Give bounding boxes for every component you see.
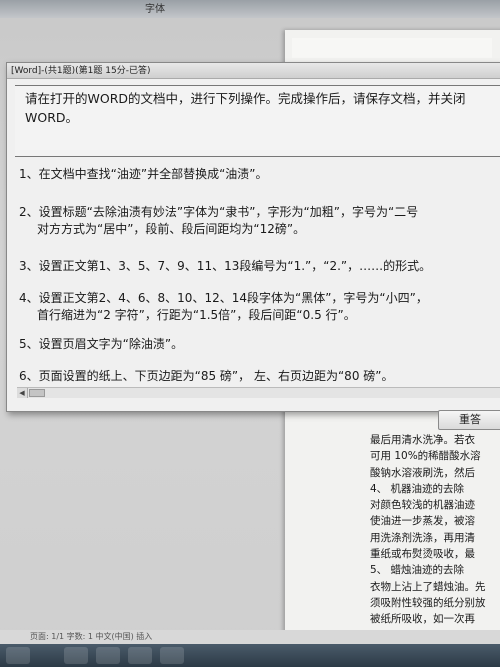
screen: 字体 最后用清水洗净。若衣 可用 10%的稀醋酸水溶 酸钠水溶液刷洗，然后 4、… <box>0 0 500 667</box>
redo-answer-button[interactable]: 重答 <box>438 410 500 430</box>
task-list: 1、在文档中查找“油迹”并全部替换成“油渍”。 2、设置标题“去除油渍有妙法”字… <box>15 159 500 385</box>
document-line: 用洗涤剂洗涤，再用清 <box>370 531 475 544</box>
task-item: 3、设置正文第1、3、5、7、9、11、13段编号为“1.”，“2.”，……的形… <box>19 257 431 274</box>
document-line: 酸钠水溶液刷洗，然后 <box>370 466 475 479</box>
scrollbar-thumb[interactable] <box>29 389 45 397</box>
task-item: 2、设置标题“去除油渍有妙法”字体为“隶书”，字形为“加粗”，字号为“二号 对方… <box>19 203 418 237</box>
taskbar-app-icon[interactable] <box>96 647 120 664</box>
taskbar-app-icon[interactable] <box>64 647 88 664</box>
task-line: 5、设置页眉文字为“除油渍”。 <box>19 337 184 351</box>
document-line: 重纸或布熨烫吸收，最 <box>370 548 475 561</box>
document-line: 4、 机器油迹的去除 <box>370 482 465 495</box>
font-group-label: 字体 <box>145 4 165 15</box>
task-line: 3、设置正文第1、3、5、7、9、11、13段编号为“1.”，“2.”，……的形… <box>19 259 432 273</box>
document-line: 5、 蜡烛油迹的去除 <box>370 564 465 577</box>
word-document-header-area <box>292 38 492 58</box>
scroll-left-arrow-icon[interactable]: ◀ <box>17 388 28 398</box>
document-line: 使油进一步蒸发，被溶 <box>370 515 475 528</box>
task-line: 对方方式为“居中”，段前、段后间距均为“12磅”。 <box>37 222 306 236</box>
word-ribbon: 字体 <box>0 0 500 18</box>
document-line: 可用 10%的稀醋酸水溶 <box>370 450 481 463</box>
task-item: 1、在文档中查找“油迹”并全部替换成“油渍”。 <box>19 165 268 182</box>
document-line: 须吸附性较强的纸分别放 <box>370 596 486 609</box>
task-item: 5、设置页眉文字为“除油渍”。 <box>19 335 183 352</box>
document-line: 被纸所吸收，如一次再 <box>370 613 475 626</box>
task-line: 6、页面设置的纸上、下页边距为“85 磅”， 左、右页边距为“80 磅”。 <box>19 369 394 383</box>
task-item: 6、页面设置的纸上、下页边距为“85 磅”， 左、右页边距为“80 磅”。 <box>19 367 394 384</box>
taskbar-app-icon[interactable] <box>160 647 184 664</box>
task-line: 首行缩进为“2 字符”，行距为“1.5倍”，段后间距“0.5 行”。 <box>37 308 356 322</box>
start-button[interactable] <box>6 647 30 664</box>
document-body-text: 最后用清水洗净。若衣 可用 10%的稀醋酸水溶 酸钠水溶液刷洗，然后 4、 机器… <box>370 432 500 628</box>
exam-task-dialog: [Word]-(共1题)(第1题 15分-已答) 请在打开的WORD的文档中，进… <box>6 62 500 412</box>
task-item: 4、设置正文第2、4、6、8、10、12、14段字体为“黑体”，字号为“小四”，… <box>19 289 428 323</box>
horizontal-scrollbar[interactable]: ◀ <box>17 387 500 398</box>
document-line: 对颜色较浅的机器油迹 <box>370 499 475 512</box>
dialog-title: [Word]-(共1题)(第1题 15分-已答) <box>7 63 500 79</box>
instructions-text: 请在打开的WORD的文档中，进行下列操作。完成操作后，请保存文档，并关闭WORD… <box>25 91 466 125</box>
taskbar-app-icon[interactable] <box>128 647 152 664</box>
document-line: 最后用清水洗净。若衣 <box>370 434 475 446</box>
document-line: 衣物上沾上了蜡烛油。先 <box>370 580 486 593</box>
windows-taskbar <box>0 644 500 667</box>
task-line: 4、设置正文第2、4、6、8、10、12、14段字体为“黑体”，字号为“小四”， <box>19 291 428 305</box>
word-status-bar: 页面: 1/1 字数: 1 中文(中国) 插入 <box>0 630 500 644</box>
task-line: 1、在文档中查找“油迹”并全部替换成“油渍”。 <box>19 167 268 181</box>
task-line: 2、设置标题“去除油渍有妙法”字体为“隶书”，字形为“加粗”，字号为“二号 <box>19 205 419 219</box>
